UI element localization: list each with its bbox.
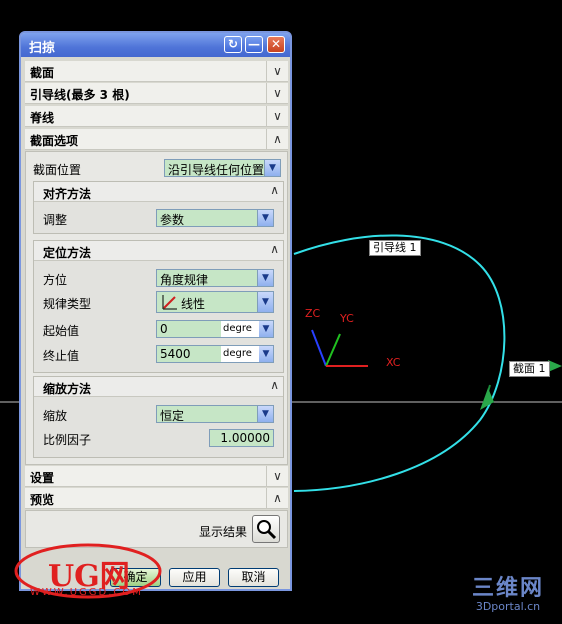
yc-label: YC [340, 312, 354, 325]
end-unit: degre [223, 348, 252, 359]
dialog-title: 扫掠 [29, 41, 56, 56]
scaling-group: 缩放方法 ∧ 缩放 恒定 ▼ 比例因子 1.00000 [33, 376, 284, 458]
preview-label: 预览 [30, 493, 55, 507]
end-value: 5400 [160, 347, 191, 361]
section-position-value: 沿引导线任何位置 [168, 163, 265, 177]
zc-axis [311, 329, 327, 367]
chevron-down-icon[interactable]: ▼ [257, 210, 273, 226]
cancel-button[interactable]: 取消 [228, 568, 279, 587]
scale-factor-input[interactable]: 1.00000 [209, 429, 274, 447]
start-value-label: 起始值 [43, 324, 80, 338]
chevron-up-icon[interactable]: ∧ [266, 488, 288, 508]
chevron-down-icon[interactable]: ▼ [257, 270, 273, 286]
show-result-label: 显示结果 [199, 525, 248, 539]
reset-icon[interactable]: ↻ [224, 36, 242, 53]
section-header-guides[interactable]: 引导线(最多 3 根) ∨ [25, 83, 288, 104]
adjust-select[interactable]: 参数 ▼ [156, 209, 274, 227]
close-icon[interactable]: ✕ [267, 36, 285, 53]
law-type-label: 规律类型 [43, 297, 92, 311]
scaling-title: 缩放方法 [43, 382, 92, 396]
spine-label: 脊线 [30, 111, 55, 125]
adjust-value: 参数 [160, 213, 185, 227]
section-end-arrow-icon [548, 360, 562, 372]
watermark-ug-url: WWW.UGGD.COM [30, 587, 143, 598]
scale-label: 缩放 [43, 409, 68, 423]
xc-label: XC [386, 356, 401, 369]
orientation-group: 定位方法 ∧ 方位 角度规律 ▼ 规律类型 线性 ▼ 起始值 0 degre ▼… [33, 240, 284, 373]
scaling-header[interactable]: 缩放方法 ∧ [34, 377, 283, 397]
chevron-down-icon[interactable]: ▼ [259, 321, 273, 337]
section-header-section[interactable]: 截面 ∨ [25, 61, 288, 82]
scale-factor-label: 比例因子 [43, 433, 92, 447]
chevron-up-icon[interactable]: ∧ [270, 242, 279, 256]
end-unit-select[interactable]: degre ▼ [221, 346, 273, 362]
chevron-down-icon[interactable]: ▼ [257, 406, 273, 422]
chevron-down-icon[interactable]: ∨ [266, 83, 288, 103]
chevron-down-icon[interactable]: ▼ [264, 160, 280, 176]
chevron-down-icon[interactable]: ∨ [266, 466, 288, 486]
watermark-3dportal: 三维网 3Dportal.cn [458, 570, 558, 613]
magnifier-icon [257, 520, 277, 540]
start-unit-select[interactable]: degre ▼ [221, 321, 273, 337]
section-position-select[interactable]: 沿引导线任何位置 ▼ [164, 159, 281, 177]
guide-label-tag: 引导线 1 [369, 240, 421, 256]
section-header-settings[interactable]: 设置 ∨ [25, 466, 288, 487]
section-header-preview[interactable]: 预览 ∧ [25, 488, 288, 509]
alignment-title: 对齐方法 [43, 187, 92, 201]
section-label-tag: 截面 1 [509, 361, 550, 377]
section-label: 截面 [30, 66, 55, 80]
start-value: 0 [160, 322, 168, 336]
apply-button[interactable]: 应用 [169, 568, 220, 587]
scale-factor-value: 1.00000 [220, 431, 270, 445]
orientation-title: 定位方法 [43, 246, 92, 260]
section-options-panel: 截面位置 沿引导线任何位置 ▼ 对齐方法 ∧ 调整 参数 ▼ 定位方法 ∧ 方位 [25, 151, 288, 465]
law-type-select[interactable]: 线性 ▼ [156, 291, 274, 313]
chevron-down-icon[interactable]: ▼ [257, 292, 273, 312]
zc-label: ZC [305, 307, 321, 320]
section-arrow-icon [480, 388, 494, 410]
section-options-label: 截面选项 [30, 134, 79, 148]
end-value-label: 终止值 [43, 349, 80, 363]
alignment-header[interactable]: 对齐方法 ∧ [34, 182, 283, 202]
yc-axis [325, 333, 341, 367]
sweep-dialog: 扫掠 ↻ — ✕ 截面 ∨ 引导线(最多 3 根) ∨ 脊线 ∨ 截面选项 ∧ … [19, 31, 292, 591]
chevron-up-icon[interactable]: ∧ [266, 129, 288, 149]
show-result-button[interactable] [252, 515, 280, 543]
section-header-section-options[interactable]: 截面选项 ∧ [25, 129, 288, 150]
settings-label: 设置 [30, 471, 55, 485]
adjust-label: 调整 [43, 213, 68, 227]
section-header-spine[interactable]: 脊线 ∨ [25, 106, 288, 127]
scale-value: 恒定 [160, 409, 185, 423]
law-type-value: 线性 [181, 297, 206, 311]
direction-value: 角度规律 [160, 273, 209, 287]
chevron-up-icon[interactable]: ∧ [270, 378, 279, 392]
scale-select[interactable]: 恒定 ▼ [156, 405, 274, 423]
dialog-titlebar[interactable]: 扫掠 ↻ — ✕ [21, 33, 290, 57]
chevron-down-icon[interactable]: ∨ [266, 61, 288, 81]
minimize-icon[interactable]: — [245, 36, 263, 53]
linear-law-icon [162, 295, 177, 310]
chevron-up-icon[interactable]: ∧ [270, 183, 279, 197]
alignment-group: 对齐方法 ∧ 调整 参数 ▼ [33, 181, 284, 234]
section-position-label: 截面位置 [33, 163, 82, 177]
direction-select[interactable]: 角度规律 ▼ [156, 269, 274, 287]
start-unit: degre [223, 323, 252, 334]
guides-label: 引导线(最多 3 根) [30, 88, 130, 102]
watermark-3dportal-logo: 三维网 [471, 576, 544, 601]
chevron-down-icon[interactable]: ∨ [266, 106, 288, 126]
chevron-down-icon[interactable]: ▼ [259, 346, 273, 362]
orientation-header[interactable]: 定位方法 ∧ [34, 241, 283, 261]
end-value-input[interactable]: 5400 degre ▼ [156, 345, 274, 363]
start-value-input[interactable]: 0 degre ▼ [156, 320, 274, 338]
direction-label: 方位 [43, 273, 68, 287]
